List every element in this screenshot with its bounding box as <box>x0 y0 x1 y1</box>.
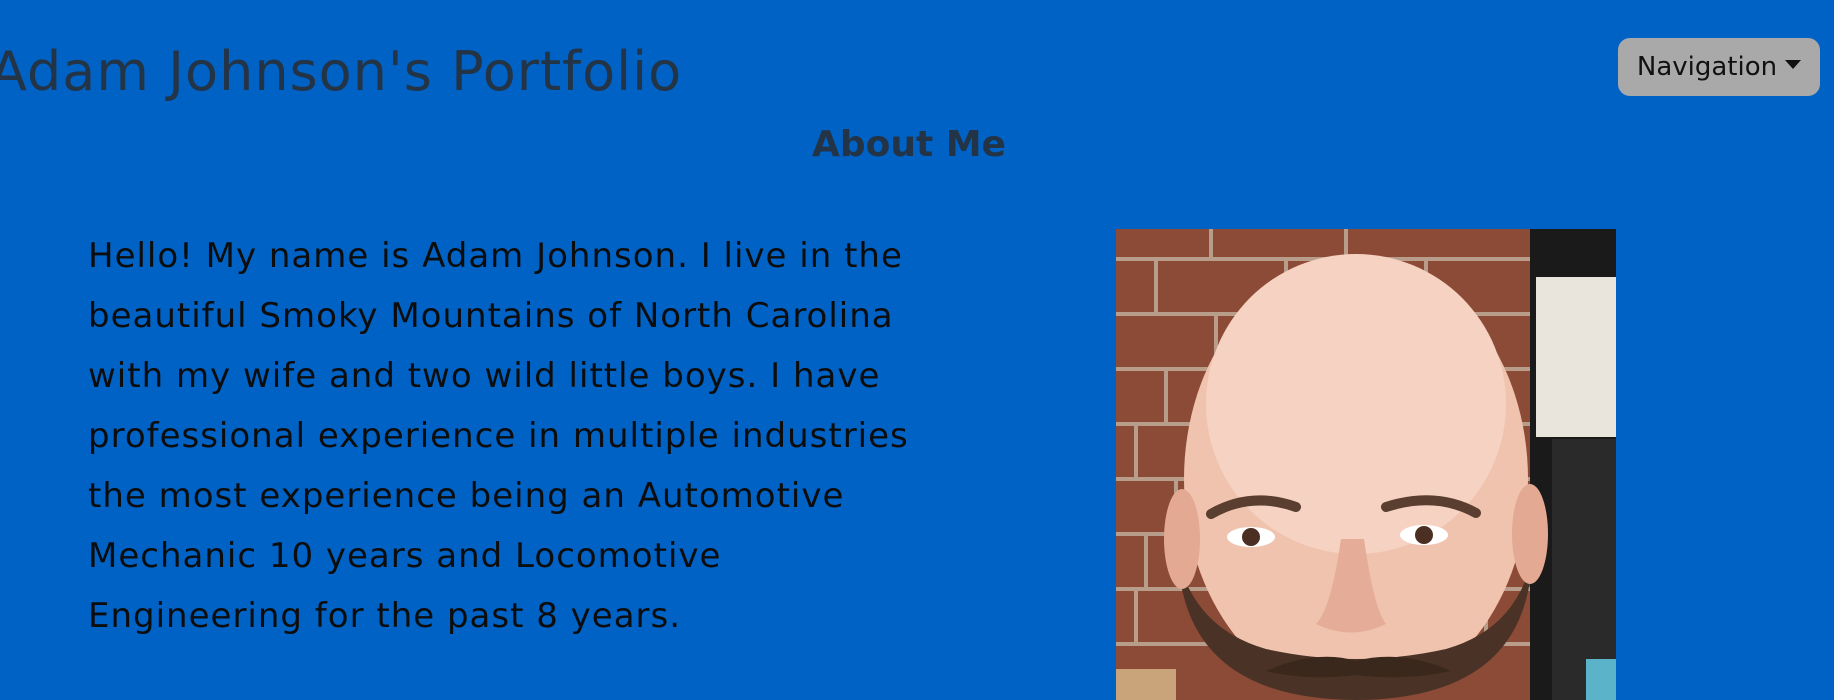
navigation-label: Navigation <box>1636 52 1778 82</box>
caret-down-icon <box>1785 59 1802 69</box>
site-title: Adam Johnson's Portfolio <box>0 40 683 103</box>
about-me-text: Hello! My name is Adam Johnson. I live i… <box>88 236 909 636</box>
navigation-dropdown-button[interactable]: Navigation <box>1618 38 1820 96</box>
profile-photo <box>1116 229 1616 700</box>
about-me-heading: About Me <box>812 124 1006 165</box>
